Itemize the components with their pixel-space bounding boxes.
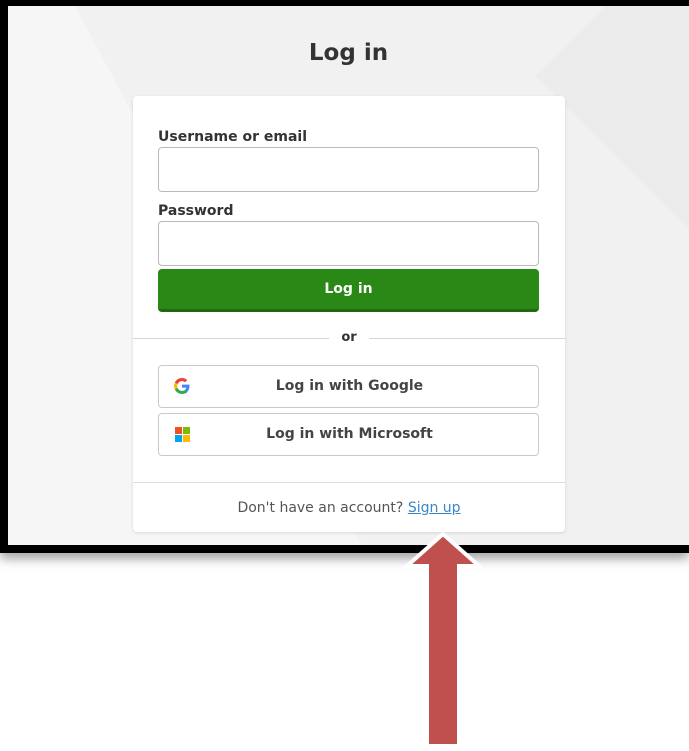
browser-frame: Log in Username or email Password Log in… [0, 0, 689, 553]
google-login-label: Log in with Google [275, 378, 424, 394]
signup-prompt: Don't have an account? Sign up [133, 500, 565, 516]
google-login-button[interactable]: Log in with Google [158, 365, 539, 408]
microsoft-login-label: Log in with Microsoft [266, 426, 433, 442]
login-button[interactable]: Log in [158, 269, 539, 312]
or-divider: or [329, 330, 369, 345]
card-footer-divider [133, 482, 565, 483]
username-label: Username or email [158, 129, 307, 145]
password-label: Password [158, 203, 234, 219]
divider-line-left [133, 338, 329, 339]
microsoft-login-button[interactable]: Log in with Microsoft [158, 413, 539, 456]
signup-link[interactable]: Sign up [408, 500, 461, 516]
divider-line-right [369, 338, 565, 339]
password-input[interactable] [158, 221, 539, 266]
username-input[interactable] [158, 147, 539, 192]
page-title: Log in [308, 40, 389, 66]
arrow-up-annotation-icon [403, 531, 483, 748]
login-card: Username or email Password Log in or Log… [133, 96, 565, 532]
signup-prompt-text: Don't have an account? [237, 500, 404, 516]
